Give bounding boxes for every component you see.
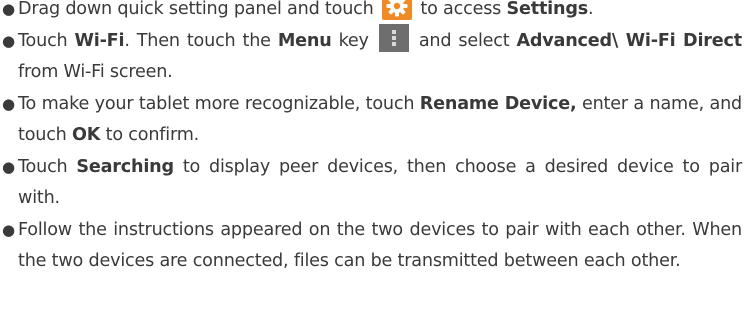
step-text: and select xyxy=(418,30,510,51)
bullet-icon: ● xyxy=(2,0,15,18)
step-text: Touch xyxy=(18,30,68,51)
step-rename-device: ● To make your tablet more recognizable,… xyxy=(0,89,742,152)
step-text: Touch xyxy=(18,156,68,177)
advanced-wifi-direct-label: Advanced\ Wi-Fi Direct xyxy=(516,30,742,51)
menu-key-icon xyxy=(378,23,409,52)
step-text: to access xyxy=(420,0,502,19)
bullet-icon: ● xyxy=(2,220,15,239)
menu-label: Menu xyxy=(277,30,332,51)
searching-label: Searching xyxy=(76,156,174,177)
ok-label: OK xyxy=(72,125,101,145)
step-wifi-direct: ● Touch Wi-Fi. Then touch the Menu key a… xyxy=(0,23,742,89)
step-text: . Then touch the xyxy=(124,30,271,51)
bullet-icon: ● xyxy=(2,31,15,50)
step-text: Follow the instructions appeared on the … xyxy=(18,219,742,272)
wifi-direct-steps-list: ● Drag down quick setting panel and touc… xyxy=(0,0,742,278)
step-text: key xyxy=(338,30,369,51)
step-text: Drag down quick setting panel and touch xyxy=(18,0,374,19)
step-text: . xyxy=(588,0,594,19)
step-pair-devices: ● Follow the instructions appeared on th… xyxy=(0,215,742,278)
wifi-label: Wi-Fi xyxy=(74,30,125,51)
step-text: To make your tablet more recognizable, t… xyxy=(18,93,415,114)
step-open-settings: ● Drag down quick setting panel and touc… xyxy=(0,0,742,26)
rename-device-label: Rename Device, xyxy=(419,93,577,114)
settings-gear-icon xyxy=(381,0,412,20)
step-searching: ● Touch Searching to display peer device… xyxy=(0,152,742,215)
step-text: to confirm. xyxy=(105,125,200,145)
bullet-icon: ● xyxy=(2,157,15,176)
bullet-icon: ● xyxy=(2,94,15,113)
settings-label: Settings xyxy=(506,0,589,19)
step-text: from Wi-Fi screen. xyxy=(18,62,173,82)
instructions-document: ● Drag down quick setting panel and touc… xyxy=(0,0,742,278)
